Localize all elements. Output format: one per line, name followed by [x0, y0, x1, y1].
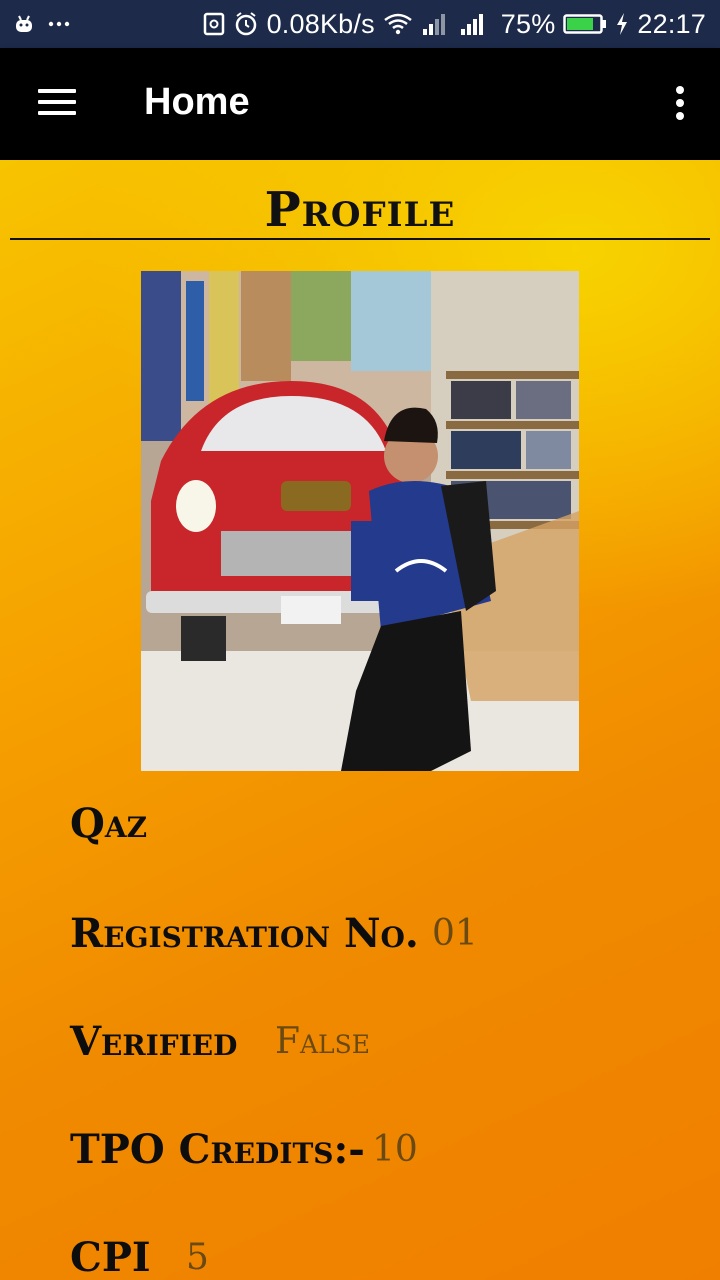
- network-speed: 0.08Kb/s: [266, 8, 375, 39]
- wifi-icon: [383, 12, 413, 36]
- verified-value: False: [275, 1021, 371, 1062]
- screenshot-icon: [203, 12, 225, 36]
- cpi-value: 5: [186, 1237, 209, 1278]
- registration-value: 01: [432, 913, 478, 954]
- cpi-label: CPI: [70, 1234, 151, 1280]
- more-notifications-icon: [48, 21, 70, 27]
- section-title: Profile: [264, 182, 456, 238]
- app-title: Home: [144, 81, 250, 123]
- signal-sim1-icon: [421, 11, 451, 37]
- profile-content: Profile Qaz Registration No. 01 Verified…: [0, 160, 720, 1280]
- clock: 22:17: [637, 8, 706, 39]
- tpo-credits-label: TPO Credits:-: [70, 1126, 365, 1173]
- hamburger-menu-icon[interactable]: [38, 88, 76, 118]
- overflow-menu-icon[interactable]: [674, 86, 686, 122]
- battery-percent: 75%: [500, 8, 556, 39]
- profile-name: Qaz: [70, 800, 148, 847]
- status-bar: 0.08Kb/s 75% 22:17: [0, 0, 720, 48]
- app-bar: Home: [0, 48, 720, 160]
- tpo-credits-value: 10: [372, 1129, 418, 1170]
- alarm-icon: [233, 11, 259, 37]
- signal-sim2-icon: [459, 11, 493, 37]
- battery-icon: [563, 13, 607, 35]
- registration-label: Registration No.: [70, 910, 419, 957]
- divider: [10, 238, 710, 240]
- verified-label: Verified: [70, 1018, 238, 1065]
- charging-icon: [615, 12, 629, 36]
- profile-photo: [141, 271, 579, 771]
- android-icon: [14, 14, 34, 34]
